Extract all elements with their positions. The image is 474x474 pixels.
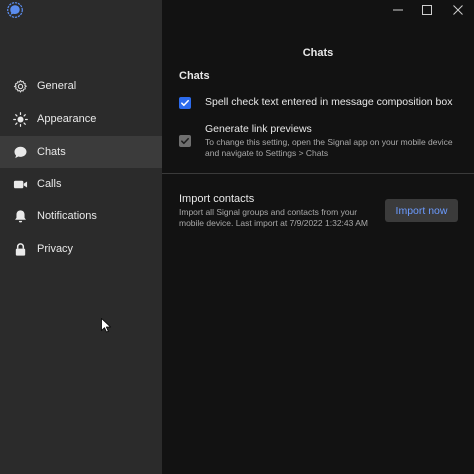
import-now-button[interactable]: Import now <box>385 199 458 222</box>
import-contacts-title: Import contacts <box>179 193 255 205</box>
sidebar-item-label: Notifications <box>37 210 97 222</box>
chat-bubble-icon <box>12 144 28 160</box>
sidebar-item-label: Appearance <box>37 113 97 125</box>
bell-icon <box>12 208 28 224</box>
import-contacts-description: Import all Signal groups and contacts fr… <box>179 207 369 228</box>
sun-icon <box>12 111 28 127</box>
section-divider <box>162 173 474 174</box>
minimize-button[interactable] <box>383 0 413 20</box>
checkmark-icon <box>181 137 189 145</box>
lock-icon <box>12 241 28 257</box>
sidebar-item-label: Chats <box>37 146 66 158</box>
sidebar-item-calls[interactable]: Calls <box>0 168 162 200</box>
settings-content: Chats Chats Spell check text entered in … <box>162 0 474 474</box>
sidebar-item-general[interactable]: General <box>0 70 162 102</box>
minimize-icon <box>393 9 403 11</box>
sidebar-item-label: General <box>37 80 77 92</box>
sidebar-item-notifications[interactable]: Notifications <box>0 200 162 232</box>
maximize-icon <box>422 5 432 15</box>
sidebar-item-chats[interactable]: Chats <box>0 136 162 168</box>
sidebar-item-privacy[interactable]: Privacy <box>0 233 162 265</box>
link-previews-description: To change this setting, open the Signal … <box>205 137 453 158</box>
link-previews-label: Generate link previews <box>205 123 312 135</box>
close-icon <box>453 5 463 15</box>
close-button[interactable] <box>443 0 473 20</box>
sidebar-item-label: Calls <box>37 178 62 190</box>
window-titlebar <box>0 0 474 20</box>
checkmark-icon <box>181 99 189 107</box>
spellcheck-label: Spell check text entered in message comp… <box>205 96 453 108</box>
page-title: Chats <box>302 47 334 59</box>
link-previews-checkbox <box>179 135 191 147</box>
sidebar-item-label: Privacy <box>37 243 74 255</box>
gear-icon <box>12 78 28 94</box>
maximize-button[interactable] <box>412 0 442 20</box>
settings-sidebar: General Appearance Chats Calls Notificat… <box>0 0 162 474</box>
video-camera-icon <box>12 176 28 192</box>
signal-logo-icon <box>7 2 23 18</box>
section-title: Chats <box>179 70 210 82</box>
sidebar-item-appearance[interactable]: Appearance <box>0 103 162 135</box>
mouse-cursor-icon <box>101 318 111 333</box>
spellcheck-checkbox[interactable] <box>179 97 191 109</box>
